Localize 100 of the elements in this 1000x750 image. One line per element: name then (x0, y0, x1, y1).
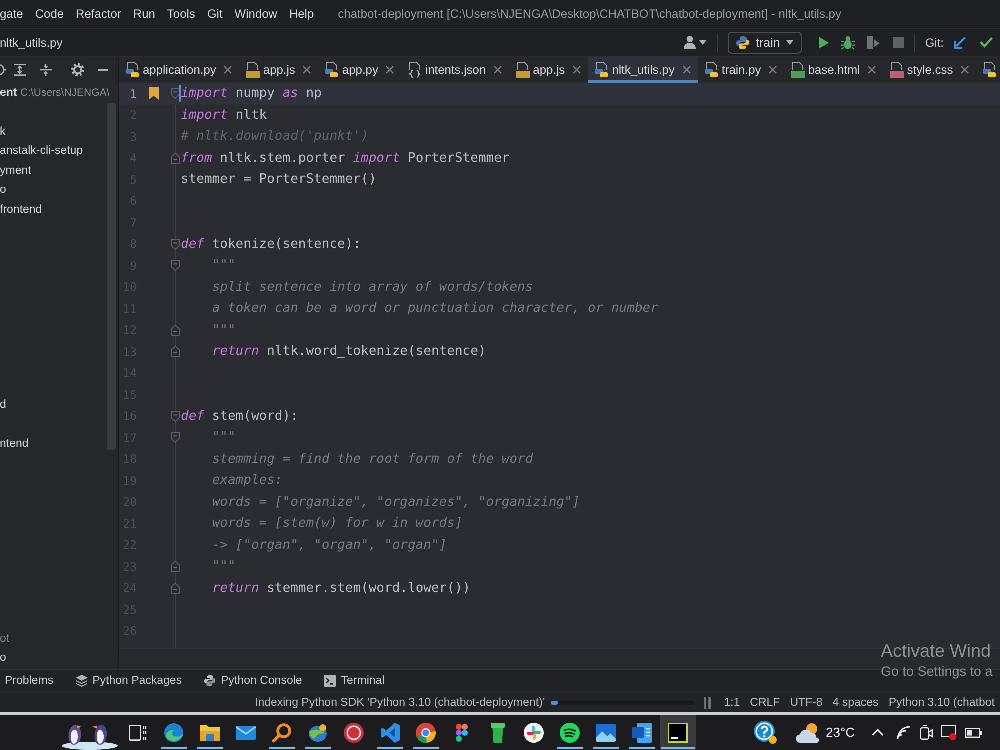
menu-item[interactable]: Git (207, 7, 223, 21)
status-widget[interactable]: 4 spaces (828, 696, 884, 708)
menu-item[interactable]: Help (289, 7, 314, 21)
status-widget[interactable]: UTF-8 (785, 696, 828, 708)
help-icon[interactable] (754, 721, 777, 744)
editor-tab[interactable]: app.js (239, 57, 318, 83)
menu-item[interactable]: Code (35, 7, 64, 21)
close-icon[interactable] (303, 66, 312, 74)
status-widget[interactable]: Python 3.10 (chatbot (884, 696, 1000, 708)
menu-item[interactable]: Refactor (76, 7, 122, 21)
tree-item[interactable]: d (0, 398, 6, 411)
menu-item[interactable]: Run (133, 7, 156, 21)
tree-item[interactable]: ot (0, 632, 10, 645)
tool-window-button[interactable]: Python Packages (76, 675, 182, 687)
expand-all-icon[interactable] (14, 64, 26, 76)
check-icon[interactable] (980, 37, 993, 48)
fold-marker-icon[interactable] (171, 238, 180, 250)
tree-item[interactable]: frontend (0, 204, 42, 216)
close-icon[interactable] (224, 66, 232, 74)
terminal-icon (324, 675, 336, 687)
bookmark-icon[interactable] (149, 87, 159, 100)
arrow-down-left-icon[interactable] (954, 36, 966, 48)
fold-marker-icon[interactable] (171, 324, 180, 336)
json-file-icon (408, 62, 422, 78)
editor-tab[interactable]: intents.json (401, 57, 510, 83)
pause-icon[interactable] (704, 696, 712, 708)
wifi-icon[interactable] (897, 726, 912, 740)
fold-marker-icon[interactable] (171, 346, 180, 358)
python-icon (204, 675, 216, 687)
close-icon[interactable] (769, 66, 778, 74)
tool-window-button[interactable]: Python Console (204, 675, 302, 687)
close-icon[interactable] (573, 66, 582, 74)
code-line: import nltk (181, 108, 268, 123)
editor-tab[interactable]: application.py (119, 57, 240, 83)
collapse-all-icon[interactable] (40, 64, 52, 76)
browser-icon (164, 722, 184, 742)
shield-play-icon[interactable] (867, 36, 880, 49)
battery-icon[interactable] (965, 728, 982, 738)
code-line: return nltk.word_tokenize(sentence) (212, 344, 486, 360)
fold-marker-icon[interactable] (171, 582, 180, 594)
menu-item[interactable]: gate (0, 7, 24, 21)
close-icon[interactable] (868, 66, 876, 74)
editor-tab[interactable]: app.py (318, 57, 402, 83)
editor-tab[interactable]: nltk_utils.py (588, 57, 698, 83)
activation-notice-title: Activate Wind (881, 641, 992, 662)
temperature[interactable]: 23°C (826, 725, 856, 740)
editor-tab[interactable]: app.js (509, 57, 588, 83)
breadcrumb-item[interactable]: nltk_utils.py (0, 36, 63, 50)
taskbar-button[interactable] (660, 715, 696, 750)
editor-tab[interactable]: train.py (698, 57, 784, 83)
close-icon[interactable] (961, 66, 970, 74)
js-file-icon (246, 62, 260, 78)
status-widget[interactable]: 1:1 (719, 696, 746, 708)
caret-icon[interactable] (699, 40, 707, 45)
tool-window-button[interactable]: Terminal (324, 675, 385, 687)
editor-tab[interactable]: base.html (784, 57, 884, 83)
tree-item[interactable]: ent C:\Users\NJENGA\ (0, 86, 110, 99)
cloud-sun-icon[interactable] (796, 722, 821, 743)
tree-item[interactable]: k (0, 126, 6, 138)
monitor-icon[interactable] (941, 724, 958, 740)
code-line: words = [stem(w) for w in words] (212, 516, 463, 532)
play-icon[interactable] (819, 36, 830, 48)
status-widget[interactable]: CRLF (745, 696, 786, 708)
globe-icon (308, 724, 328, 742)
tree-item[interactable]: ntend (0, 438, 29, 450)
fold-marker-icon[interactable] (171, 561, 180, 572)
chevron-up-icon[interactable] (872, 729, 884, 736)
fold-marker-icon[interactable] (171, 88, 180, 100)
fold-marker-icon[interactable] (171, 260, 180, 272)
run-configuration-dropdown[interactable]: train (728, 32, 802, 54)
tree-item[interactable]: o (0, 652, 6, 664)
menu-item[interactable]: Window (234, 7, 278, 21)
stop-icon[interactable] (893, 37, 904, 48)
close-icon[interactable] (386, 66, 394, 74)
settings-icon[interactable] (71, 63, 85, 77)
user-icon[interactable] (684, 36, 696, 49)
tool-window-button[interactable]: Problems (5, 675, 54, 687)
code-line: stemming = find the root form of the word (212, 452, 534, 467)
code-line: examples: (212, 473, 283, 488)
code-line: return stemmer.stem(word.lower()) (212, 580, 471, 596)
menu-item[interactable]: Tools (167, 7, 196, 21)
editor-tab[interactable]: style.css (883, 57, 976, 83)
fold-marker-icon[interactable] (171, 152, 180, 164)
fold-marker-icon[interactable] (171, 410, 180, 422)
code-line: def tokenize(sentence): (181, 236, 362, 252)
tree-item[interactable]: o (0, 184, 6, 196)
js-file-icon (516, 62, 530, 78)
crosshair-icon[interactable] (0, 63, 6, 77)
fold-marker-icon[interactable] (171, 432, 180, 444)
task-view-icon[interactable] (129, 724, 147, 740)
python-icon (736, 36, 750, 50)
ide-icon (668, 722, 688, 742)
close-icon[interactable] (682, 66, 691, 74)
bug-icon[interactable] (841, 36, 856, 50)
camera-icon[interactable] (920, 725, 934, 740)
tree-item[interactable]: anstalk-cli-setup (0, 145, 84, 158)
caret-icon[interactable] (786, 40, 794, 45)
code-line: """ (212, 559, 236, 574)
close-icon[interactable] (494, 66, 502, 74)
tree-item[interactable]: yment (0, 164, 32, 177)
